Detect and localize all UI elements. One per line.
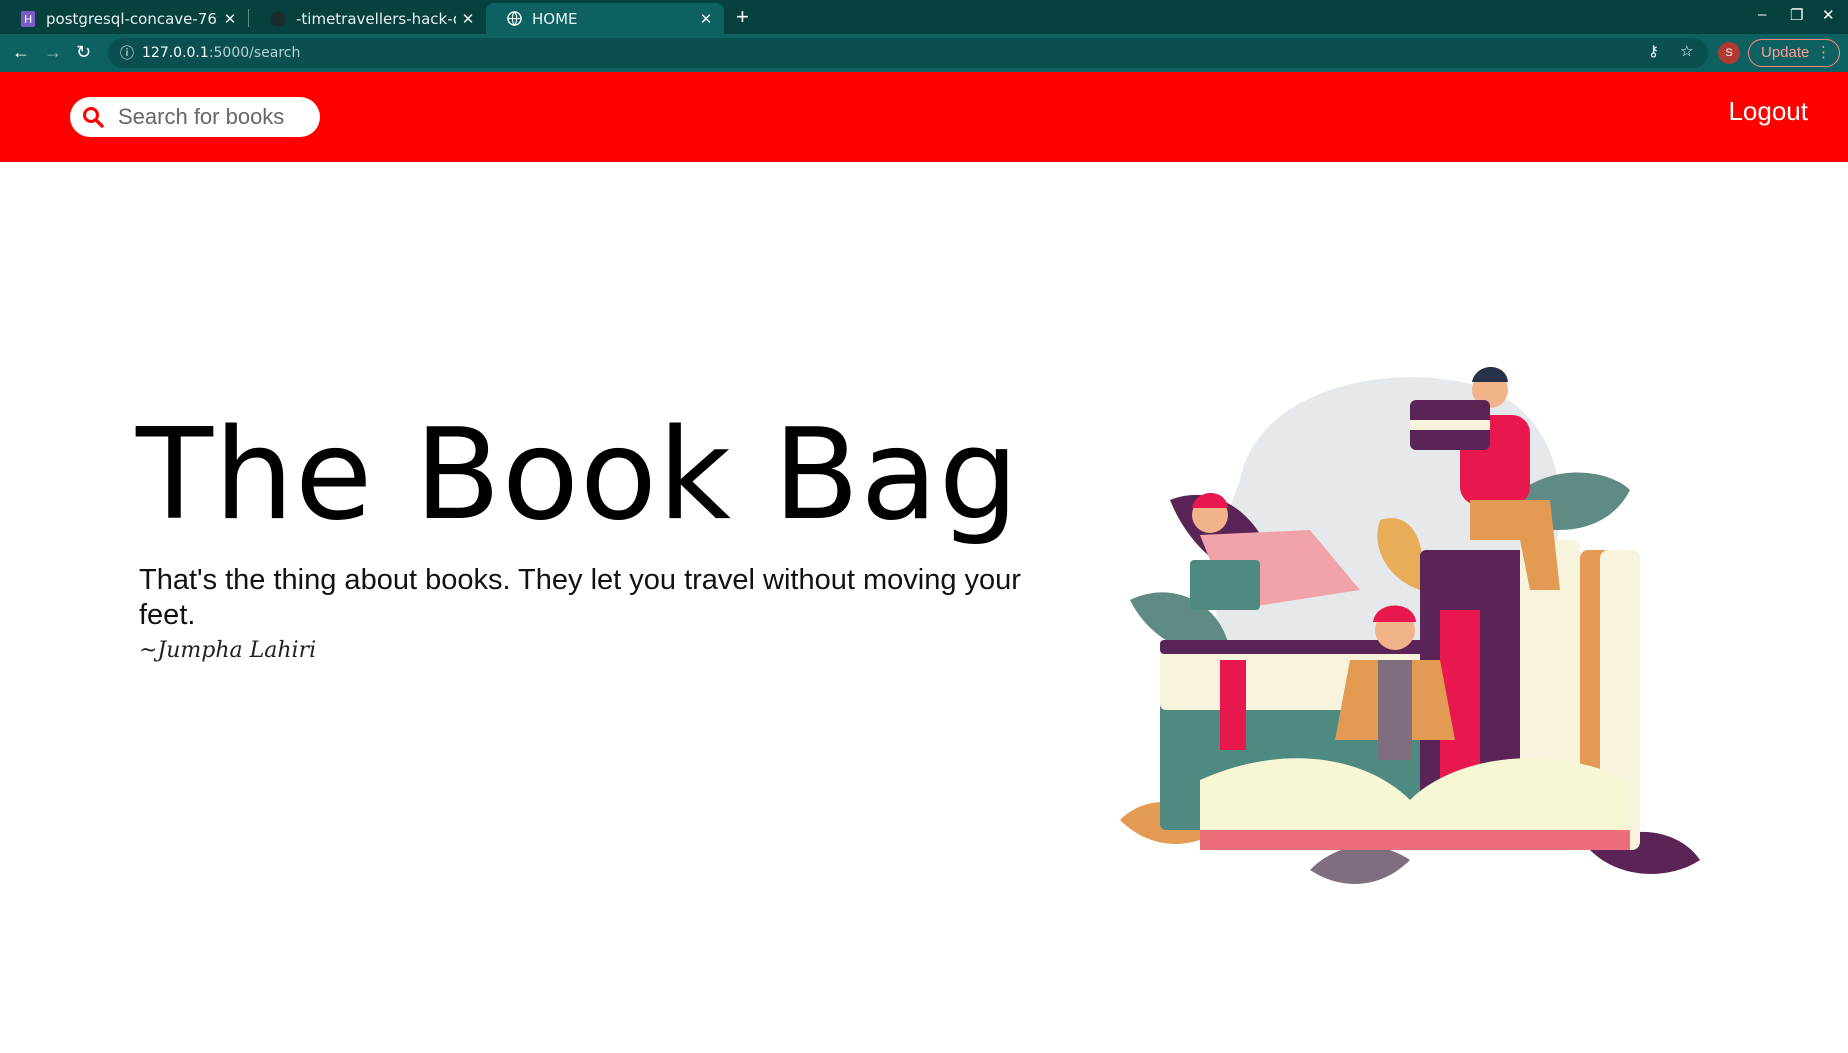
search-box[interactable] [70, 97, 320, 137]
tab-title: postgresql-concave-7695 [46, 9, 218, 28]
forward-icon[interactable]: → [44, 41, 62, 63]
svg-text:H: H [24, 13, 32, 26]
quote-author: ~Jumpha Lahiri [139, 638, 317, 663]
site-header: Logout [0, 72, 1848, 162]
close-icon[interactable]: ✕ [694, 10, 718, 28]
update-button[interactable]: Update ⋮ [1748, 39, 1840, 67]
page-title: The Book Bag [136, 401, 1020, 548]
url-path: :5000/search [208, 45, 301, 61]
tab-postgresql[interactable]: H postgresql-concave-7695 ✕ [0, 3, 248, 34]
address-bar[interactable]: ⓘ 127.0.0.1:5000/search [108, 38, 1708, 68]
reading-people-illustration [1120, 367, 1700, 884]
logout-link[interactable]: Logout [1728, 96, 1808, 127]
heroku-icon: H [20, 10, 36, 27]
github-icon [270, 11, 286, 27]
profile-avatar[interactable]: S [1718, 42, 1740, 64]
info-icon[interactable]: ⓘ [120, 43, 142, 63]
url-host: 127.0.0.1 [142, 45, 209, 61]
search-input[interactable] [118, 104, 308, 130]
tab-home-active[interactable]: HOME ✕ [486, 3, 724, 34]
globe-icon [506, 11, 522, 27]
url-text: 127.0.0.1:5000/search [142, 45, 300, 61]
key-icon[interactable]: ⚷ [1648, 42, 1659, 60]
hero-quote: That's the thing about books. They let y… [139, 564, 1021, 631]
close-window-icon[interactable]: ✕ [1822, 6, 1835, 24]
browser-toolbar: ← → ↻ ⓘ 127.0.0.1:5000/search ⚷ ☆ S Upda… [0, 34, 1848, 72]
minimize-icon[interactable]: – [1758, 6, 1766, 23]
close-icon[interactable]: ✕ [218, 10, 242, 28]
update-label: Update [1761, 44, 1810, 61]
more-vert-icon: ⋮ [1816, 44, 1831, 61]
close-icon[interactable]: ✕ [456, 10, 480, 28]
tab-title: HOME [532, 9, 578, 28]
search-icon [83, 107, 104, 128]
tab-github[interactable]: -timetravellers-hack-o-fie ✕ [250, 3, 486, 34]
star-icon[interactable]: ☆ [1680, 42, 1693, 60]
reload-icon[interactable]: ↻ [76, 41, 91, 63]
new-tab-icon[interactable]: + [736, 4, 749, 30]
tab-title: -timetravellers-hack-o-fie [296, 9, 456, 28]
browser-tab-bar: H postgresql-concave-7695 ✕ -timetravell… [0, 0, 1848, 34]
back-icon[interactable]: ← [12, 41, 30, 63]
tab-divider [248, 9, 249, 27]
restore-icon[interactable]: ❐ [1790, 6, 1803, 24]
